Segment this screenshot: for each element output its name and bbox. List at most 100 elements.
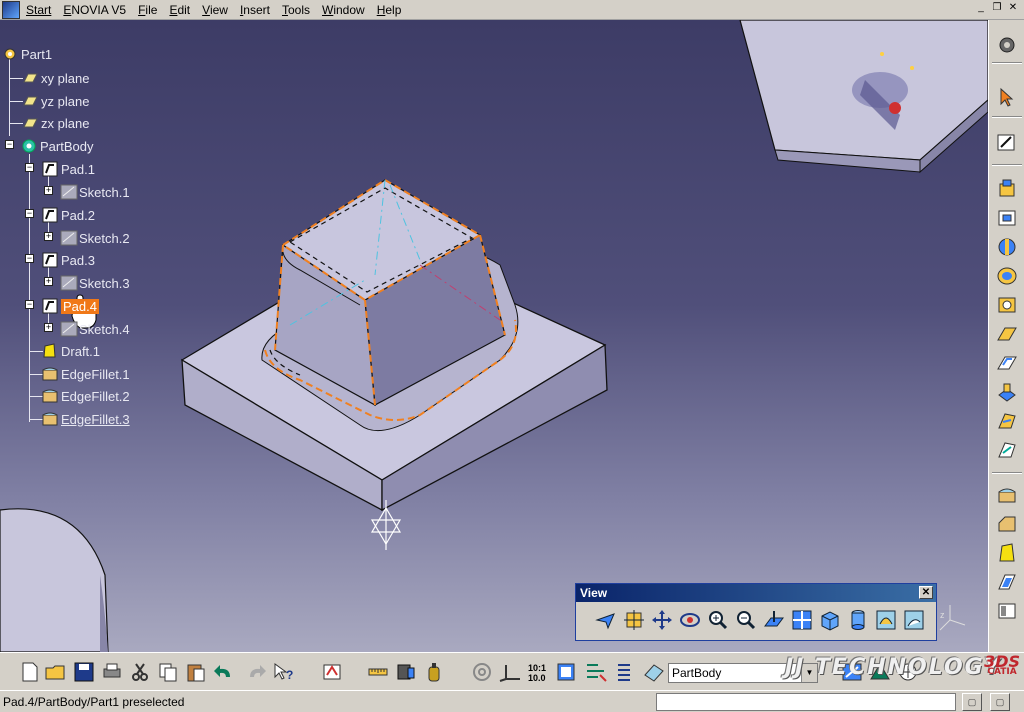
axis-icon[interactable] <box>498 661 522 683</box>
copy-icon[interactable] <box>156 661 180 683</box>
tree-label: Sketch.2 <box>79 230 130 246</box>
edgefillet-icon <box>42 411 58 427</box>
measure-icon[interactable] <box>366 661 390 683</box>
draft-icon[interactable] <box>995 542 1019 564</box>
multi-view-icon[interactable] <box>790 608 814 632</box>
geometry-icon[interactable] <box>642 661 666 683</box>
sketcher-icon[interactable] <box>995 132 1019 154</box>
settings-gear-icon[interactable] <box>995 34 1019 56</box>
menu-window[interactable]: Window <box>316 0 371 20</box>
snap-grid-icon[interactable]: 10:110.0 <box>526 661 550 683</box>
close-icon[interactable]: ✕ <box>1006 2 1020 16</box>
redo-icon[interactable] <box>244 661 268 683</box>
tree-node-sketch2[interactable]: Sketch.2 <box>60 229 130 247</box>
collapse-pad4-icon[interactable]: − <box>25 300 34 309</box>
undo-icon[interactable] <box>212 661 236 683</box>
tree-node-pad1[interactable]: Pad.1 <box>42 160 95 178</box>
save-icon[interactable] <box>72 661 96 683</box>
work-plane-icon[interactable] <box>554 661 578 683</box>
expand-sketch3-icon[interactable]: + <box>44 277 53 286</box>
tree-node-pad4[interactable]: Pad.4 <box>42 297 99 315</box>
remove-loft-icon[interactable] <box>995 439 1019 461</box>
status-button-1[interactable]: ▢ <box>962 693 982 711</box>
rib-icon[interactable] <box>995 323 1019 345</box>
fit-all-icon[interactable] <box>622 608 646 632</box>
whats-this-icon[interactable]: ? <box>272 661 296 683</box>
tools-icon[interactable] <box>394 661 418 683</box>
tree-label: EdgeFillet.1 <box>61 366 130 382</box>
expand-sketch2-icon[interactable]: + <box>44 232 53 241</box>
tree-node-pad3[interactable]: Pad.3 <box>42 251 95 269</box>
collapse-pad2-icon[interactable]: − <box>25 209 34 218</box>
swap-visible-icon[interactable] <box>902 608 926 632</box>
layer-icon[interactable] <box>612 661 636 683</box>
fly-mode-icon[interactable] <box>594 608 618 632</box>
groove-icon[interactable] <box>995 265 1019 287</box>
tree-node-yz-plane[interactable]: yz plane <box>22 92 89 110</box>
open-icon[interactable] <box>44 661 68 683</box>
menu-enovia[interactable]: ENOVIA V5 <box>57 0 132 20</box>
collapse-partbody-icon[interactable]: − <box>5 140 14 149</box>
pad-icon[interactable] <box>995 178 1019 200</box>
mass-icon[interactable] <box>422 661 446 683</box>
print-icon[interactable] <box>100 661 124 683</box>
thickness-icon[interactable] <box>995 600 1019 622</box>
zoom-in-icon[interactable] <box>706 608 730 632</box>
menu-file[interactable]: File <box>132 0 163 20</box>
tree-node-sketch3[interactable]: Sketch.3 <box>60 274 130 292</box>
tree-node-pad2[interactable]: Pad.2 <box>42 206 95 224</box>
rotate-icon[interactable] <box>678 608 702 632</box>
constraint-icon[interactable] <box>584 661 608 683</box>
tree-node-sketch4[interactable]: Sketch.4 <box>60 320 130 338</box>
tree-node-edgefillet1[interactable]: EdgeFillet.1 <box>42 365 130 383</box>
pocket-icon[interactable] <box>995 207 1019 229</box>
select-arrow-icon[interactable] <box>995 86 1019 108</box>
status-button-2[interactable]: ▢ <box>990 693 1010 711</box>
expand-sketch4-icon[interactable]: + <box>44 323 53 332</box>
edge-fillet-icon[interactable] <box>995 484 1019 506</box>
menu-start[interactable]: Start <box>20 0 57 20</box>
paste-icon[interactable] <box>184 661 208 683</box>
command-input[interactable] <box>656 693 956 711</box>
minimize-icon[interactable]: _ <box>974 2 988 16</box>
new-icon[interactable] <box>18 661 42 683</box>
view-toolbar-titlebar[interactable]: View ✕ <box>576 584 936 602</box>
iso-view-icon[interactable] <box>818 608 842 632</box>
restore-icon[interactable]: ❐ <box>990 2 1004 16</box>
menu-insert[interactable]: Insert <box>234 0 276 20</box>
3d-viewport[interactable]: z Part1 xy plane yz plane zx plane − Par… <box>0 20 988 652</box>
menu-edit[interactable]: Edit <box>163 0 196 20</box>
shell-icon[interactable] <box>995 571 1019 593</box>
shading-icon[interactable] <box>846 608 870 632</box>
tree-node-partbody[interactable]: PartBody <box>21 137 93 155</box>
stiffener-icon[interactable] <box>995 381 1019 403</box>
tree-node-xy-plane[interactable]: xy plane <box>22 69 89 87</box>
collapse-pad3-icon[interactable]: − <box>25 254 34 263</box>
slot-icon[interactable] <box>995 352 1019 374</box>
tree-node-part1[interactable]: Part1 <box>2 45 52 63</box>
loft-icon[interactable] <box>995 410 1019 432</box>
pan-icon[interactable] <box>650 608 674 632</box>
tree-node-edgefillet2[interactable]: EdgeFillet.2 <box>42 387 130 405</box>
chamfer-icon[interactable] <box>995 513 1019 535</box>
tree-node-draft1[interactable]: Draft.1 <box>42 342 100 360</box>
close-icon[interactable]: ✕ <box>919 586 933 599</box>
collapse-pad1-icon[interactable]: − <box>25 163 34 172</box>
menu-view[interactable]: View <box>196 0 234 20</box>
zoom-out-icon[interactable] <box>734 608 758 632</box>
normal-view-icon[interactable] <box>762 608 786 632</box>
menu-tools[interactable]: Tools <box>276 0 316 20</box>
tree-node-sketch1[interactable]: Sketch.1 <box>60 183 130 201</box>
expand-sketch1-icon[interactable]: + <box>44 186 53 195</box>
catia-app-icon[interactable] <box>2 0 20 19</box>
menu-help[interactable]: Help <box>371 0 408 20</box>
hole-icon[interactable] <box>995 294 1019 316</box>
hide-show-icon[interactable] <box>874 608 898 632</box>
tree-node-zx-plane[interactable]: zx plane <box>22 114 89 132</box>
spin-icon[interactable] <box>470 661 494 683</box>
toolbar-separator <box>992 62 1022 64</box>
shaft-icon[interactable] <box>995 236 1019 258</box>
update-icon[interactable] <box>320 661 344 683</box>
cut-icon[interactable] <box>128 661 152 683</box>
tree-node-edgefillet3[interactable]: EdgeFillet.3 <box>42 410 130 428</box>
